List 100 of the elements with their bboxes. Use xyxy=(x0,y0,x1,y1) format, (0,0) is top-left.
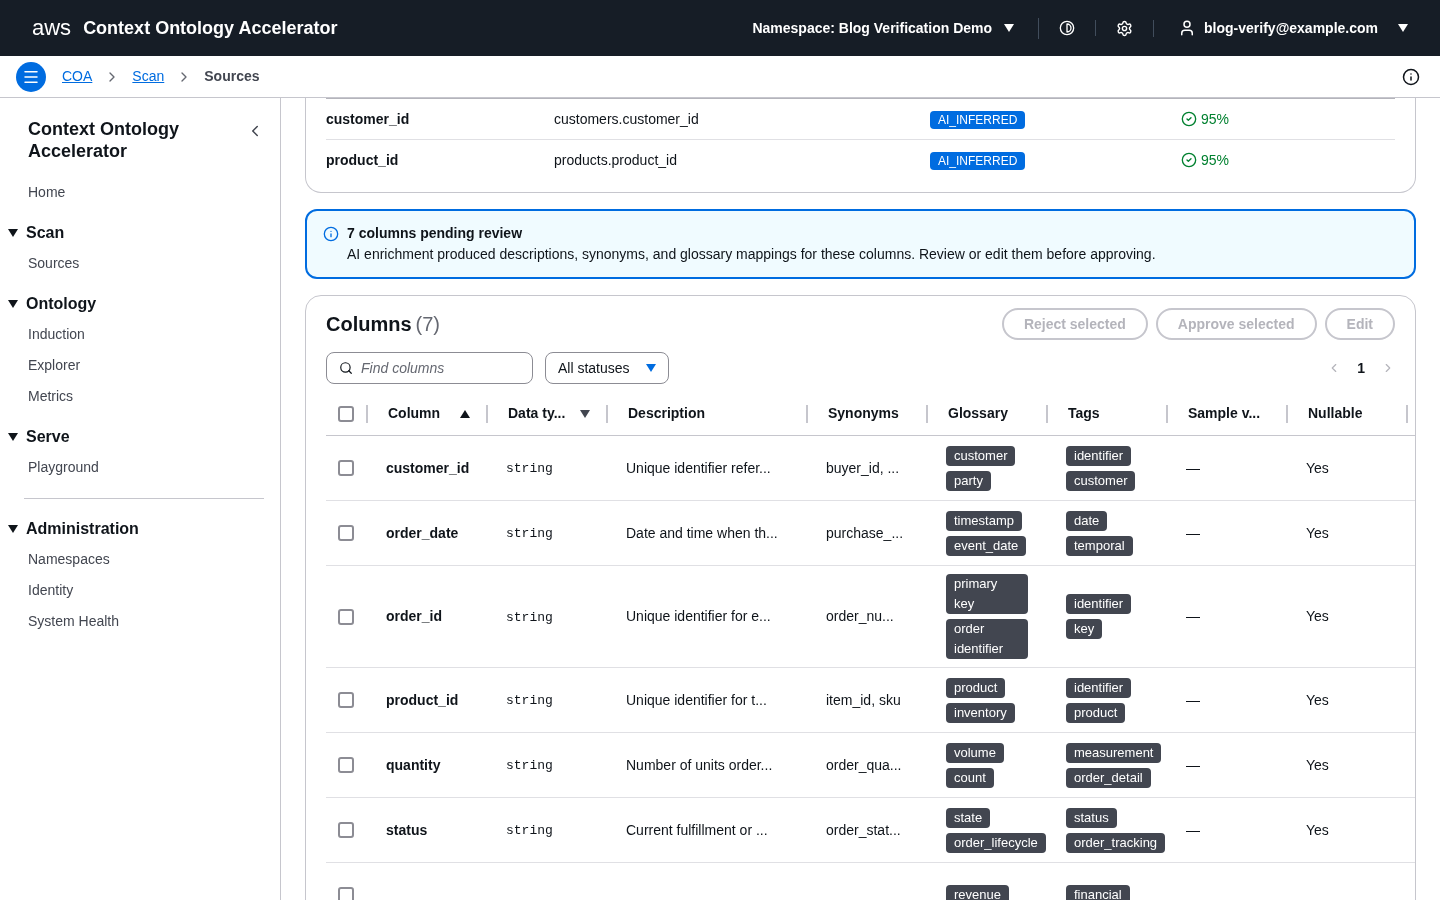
tag-chip: temporal xyxy=(1066,535,1133,556)
synonyms: order_stat... xyxy=(826,821,901,838)
tag-chip: identifier xyxy=(1066,594,1132,614)
tag-chip: financial xyxy=(1066,885,1130,900)
search-input[interactable]: Find columns xyxy=(361,357,520,379)
sample-value: — xyxy=(1186,524,1200,541)
sample-value: — xyxy=(1186,459,1200,476)
tag-chip: product xyxy=(946,677,1006,698)
nav-link[interactable]: Sources xyxy=(28,249,264,278)
tag-chip: customer xyxy=(1066,470,1136,491)
sort-icon xyxy=(580,409,590,418)
description: Number of units order... xyxy=(626,756,773,773)
checkbox[interactable] xyxy=(338,692,354,708)
column-name: quantity xyxy=(386,756,441,773)
caret-down-icon xyxy=(8,229,18,237)
checkbox[interactable] xyxy=(338,460,354,476)
data-type: string xyxy=(506,823,553,839)
breadcrumb-link[interactable]: Scan xyxy=(128,66,169,87)
nullable: Yes xyxy=(1306,524,1329,541)
column-name: order_id xyxy=(386,608,442,624)
caret-down-icon xyxy=(8,433,18,441)
tag-chip: order_detail xyxy=(1066,767,1151,788)
column-name: product_id xyxy=(326,150,400,170)
check-icon xyxy=(1181,111,1197,127)
tag-chip: order_tracking xyxy=(1066,832,1166,853)
checkbox[interactable] xyxy=(338,525,354,541)
status-filter[interactable]: All statuses xyxy=(545,352,669,384)
caret-icon xyxy=(1398,24,1408,32)
description: Unique identifier refer... xyxy=(626,459,771,476)
column-name: product_id xyxy=(386,691,459,708)
nav-section[interactable]: Serve xyxy=(8,423,70,451)
data-type: string xyxy=(506,609,553,625)
sample-value: — xyxy=(1186,821,1200,838)
checkbox[interactable] xyxy=(338,757,354,773)
nav-link[interactable]: Home xyxy=(28,178,264,207)
nav-section[interactable]: Administration xyxy=(8,515,139,543)
search-field[interactable]: Find columns xyxy=(326,352,533,384)
data-type: string xyxy=(506,526,553,542)
column-name: status xyxy=(386,821,428,838)
menu-button[interactable] xyxy=(16,61,46,92)
checkbox[interactable] xyxy=(338,608,354,625)
nav-link[interactable]: Metrics xyxy=(28,382,264,411)
column-header[interactable]: Column xyxy=(388,403,441,424)
nav-section[interactable]: Scan xyxy=(8,219,65,247)
alert-message: AI enrichment produced descriptions, synonyms, and glossary mappings for these columns. Review or edit them before approving. xyxy=(347,245,1156,264)
column-header[interactable]: Sample v... xyxy=(1188,403,1261,424)
settings-icon xyxy=(1116,19,1134,37)
checkbox[interactable] xyxy=(338,405,354,422)
column-name: order_date xyxy=(386,524,459,541)
column-header[interactable]: Description xyxy=(628,403,705,424)
tag-chip: order identifier xyxy=(946,619,1028,659)
user-menu[interactable]: blog-verify@example.com xyxy=(1154,17,1408,39)
data-type: string xyxy=(506,461,553,477)
alert-title: 7 columns pending review xyxy=(347,224,524,243)
nullable: Yes xyxy=(1306,821,1329,838)
tag-chip: count xyxy=(946,767,994,788)
tag-chip: measurement xyxy=(1066,742,1162,763)
tag-chip: key xyxy=(1066,619,1103,639)
namespace-dropdown[interactable]: Namespace: Blog Verification Demo xyxy=(752,17,1040,39)
info-icon xyxy=(1402,67,1420,86)
confidence: 95% xyxy=(1181,108,1230,130)
panel-title: Columns xyxy=(326,312,412,337)
nav-link[interactable]: Playground xyxy=(28,453,264,482)
breadcrumb-link[interactable]: COA xyxy=(58,66,97,87)
tag-chip: event_date xyxy=(946,535,1027,556)
checkbox[interactable] xyxy=(338,887,354,900)
caret-icon xyxy=(1004,24,1015,32)
column-header[interactable]: Data ty... xyxy=(508,403,566,424)
caret-down-icon xyxy=(8,525,18,533)
column-header[interactable]: Glossary xyxy=(948,403,1008,424)
status-badge: AI_INFERRED xyxy=(930,151,1026,170)
confidence: 95% xyxy=(1181,149,1230,171)
nav-section[interactable]: Ontology xyxy=(8,290,97,318)
nullable: Yes xyxy=(1306,608,1329,624)
column-header[interactable]: Nullable xyxy=(1308,403,1363,424)
tag-chip: customer xyxy=(946,445,1016,466)
column-header[interactable]: Tags xyxy=(1068,403,1100,424)
description: Unique identifier for e... xyxy=(626,608,771,624)
nav-link[interactable]: Namespaces xyxy=(28,545,264,574)
nullable: Yes xyxy=(1306,756,1329,773)
column-header[interactable]: Synonyms xyxy=(828,403,899,424)
column-name: customer_id xyxy=(386,459,470,476)
nav-link[interactable]: System Health xyxy=(28,607,264,636)
synonyms: order_qua... xyxy=(826,756,902,773)
tag-chip: date xyxy=(1066,510,1108,531)
caret-down-icon xyxy=(8,300,18,308)
tag-chip: status xyxy=(1066,807,1117,828)
tag-chip: identifier xyxy=(1066,677,1132,698)
nullable: Yes xyxy=(1306,691,1329,708)
checkbox[interactable] xyxy=(338,822,354,838)
nav-link[interactable]: Explorer xyxy=(28,351,264,380)
caret-icon xyxy=(645,364,656,372)
tag-chip: party xyxy=(946,470,991,491)
nav-link[interactable]: Induction xyxy=(28,320,264,349)
column-name: customer_id xyxy=(326,109,411,129)
page-number[interactable]: 1 xyxy=(1357,357,1365,379)
tag-chip: product xyxy=(1066,702,1126,723)
tag-chip: inventory xyxy=(946,702,1015,723)
nav-link[interactable]: Identity xyxy=(28,576,264,605)
check-icon xyxy=(1181,152,1197,168)
